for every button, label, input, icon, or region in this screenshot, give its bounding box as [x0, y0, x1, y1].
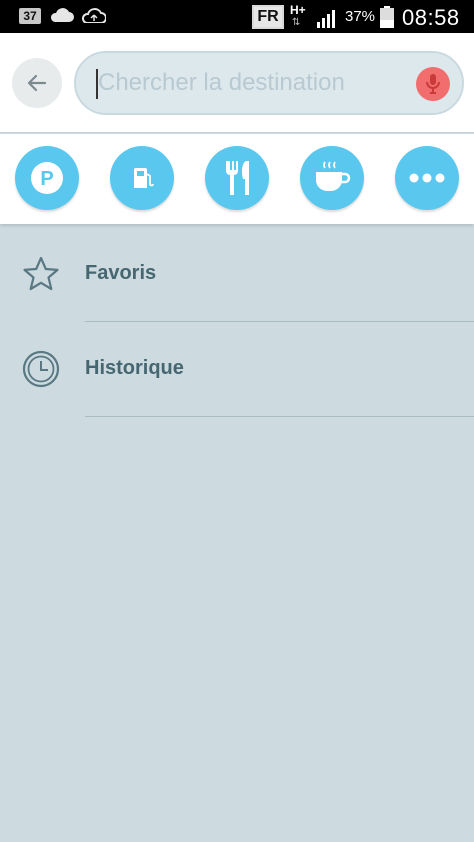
arrow-left-icon: [27, 74, 47, 92]
gas-station-button[interactable]: [110, 146, 174, 210]
data-arrows-icon: ⇅: [292, 17, 301, 28]
history-label: Historique: [85, 357, 184, 379]
coffee-button[interactable]: [300, 146, 364, 210]
fork-knife-icon: [226, 161, 249, 195]
cloud-icon: [50, 8, 74, 22]
status-bar: 37 FR H+ ⇅ 37% 08:58: [0, 0, 474, 33]
coffee-cup-icon: [316, 161, 351, 191]
microphone-icon: [426, 74, 440, 94]
divider: [85, 416, 474, 417]
category-shortcuts: P: [0, 134, 474, 224]
star-icon: [23, 256, 59, 291]
parking-icon: P: [31, 162, 63, 194]
clock-icon: [22, 350, 60, 388]
more-dots-icon: [409, 173, 445, 183]
clock-time: 08:58: [402, 5, 460, 30]
food-button[interactable]: [205, 146, 269, 210]
battery-percent: 37%: [345, 8, 376, 25]
battery-icon: [380, 6, 394, 28]
gas-pump-icon: [134, 168, 154, 188]
parking-button[interactable]: P: [15, 146, 79, 210]
network-type: H+: [290, 3, 306, 17]
favorites-label: Favoris: [85, 262, 157, 284]
history-item[interactable]: Historique: [0, 322, 474, 416]
signal-icon: [317, 10, 335, 28]
search-box[interactable]: [74, 51, 464, 115]
keyboard-language-indicator: FR: [252, 5, 284, 29]
notification-badge: 37: [19, 8, 41, 24]
svg-text:P: P: [40, 168, 53, 190]
more-button[interactable]: [395, 146, 459, 210]
favorites-item[interactable]: Favoris: [0, 226, 474, 320]
search-input[interactable]: [98, 63, 398, 103]
back-button[interactable]: [12, 58, 62, 108]
voice-search-button[interactable]: [416, 67, 450, 101]
cloud-upload-icon: [82, 8, 106, 23]
search-header: [0, 33, 474, 133]
